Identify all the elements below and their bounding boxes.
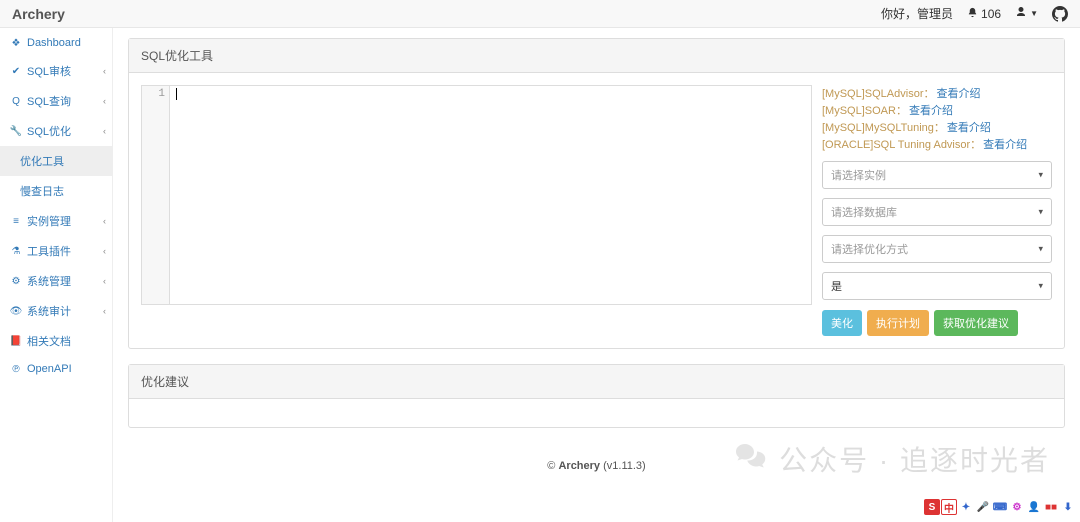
- sidebar-item-label: SQL优化: [27, 123, 71, 139]
- suggestions-title: 优化建议: [129, 365, 1064, 399]
- sidebar-subitem-慢查日志[interactable]: 慢查日志: [0, 176, 112, 206]
- search-icon: Q: [10, 96, 22, 107]
- sidebar-item-系统管理[interactable]: ⚙ 系统管理 ‹: [0, 266, 112, 296]
- instance-select[interactable]: 请选择实例▾: [822, 161, 1052, 189]
- sidebar-subitem-优化工具[interactable]: 优化工具: [0, 146, 112, 176]
- sidebar-item-label: 系统审计: [27, 303, 71, 319]
- sidebar-item-dashboard[interactable]: ❖ Dashboard: [0, 30, 112, 56]
- sidebar-item-实例管理[interactable]: ≡ 实例管理 ‹: [0, 206, 112, 236]
- github-icon: [1052, 6, 1068, 22]
- sidebar-item-系统审计[interactable]: 👁 系统审计 ‹: [0, 296, 112, 326]
- editor-gutter: 1: [142, 86, 170, 304]
- ref-tag: [MySQL]MySQLTuning：: [822, 122, 945, 134]
- chevron-left-icon: ‹: [103, 276, 106, 286]
- editor-code-area[interactable]: [170, 86, 811, 304]
- sidebar-item-工具插件[interactable]: ⚗ 工具插件 ‹: [0, 236, 112, 266]
- sidebar: ❖ Dashboard ✔ SQL审核 ‹ Q SQL查询 ‹ 🔧 SQL优化 ‹ 优化工具慢查日志 ≡…: [0, 28, 113, 522]
- database-select[interactable]: 请选择数据库▾: [822, 198, 1052, 226]
- chevron-left-icon: ‹: [103, 66, 106, 76]
- notification-count: 106: [981, 7, 1001, 21]
- eye-icon: 👁: [10, 306, 22, 317]
- method-select[interactable]: 请选择优化方式▾: [822, 235, 1052, 263]
- ref-tag: [MySQL]SOAR：: [822, 105, 907, 117]
- github-link[interactable]: [1052, 6, 1068, 22]
- check-icon: ✔: [10, 66, 22, 77]
- caret-down-icon: ▼: [1030, 9, 1038, 18]
- system-tray: S 中 ✦ 🎤 ⌨ ⚙ 👤 ■■ ⬇: [924, 499, 1076, 515]
- wrench-icon: 🔧: [10, 126, 22, 137]
- suggestions-panel: 优化建议: [128, 364, 1065, 428]
- panel-title: SQL优化工具: [129, 39, 1064, 73]
- sidebar-item-sql查询[interactable]: Q SQL查询 ‹: [0, 86, 112, 116]
- sidebar-item-sql优化[interactable]: 🔧 SQL优化 ‹: [0, 116, 112, 146]
- bell-icon: [967, 7, 978, 21]
- ref-link[interactable]: 查看介绍: [983, 139, 1027, 151]
- user-icon: [1015, 6, 1027, 21]
- flask-icon: ⚗: [10, 246, 22, 257]
- advice-button[interactable]: 获取优化建议: [934, 310, 1018, 336]
- sql-tool-panel: SQL优化工具 1 [MySQL]SQLAdvisor：查看介绍[MySQL]S…: [128, 38, 1065, 349]
- dashboard-icon: ❖: [10, 38, 22, 49]
- user-menu[interactable]: ▼: [1015, 6, 1038, 21]
- caret-down-icon: ▾: [1038, 170, 1043, 181]
- explain-button[interactable]: 执行计划: [867, 310, 929, 336]
- cogs-icon: ⚙: [10, 276, 22, 287]
- ref-line: [MySQL]SQLAdvisor：查看介绍: [822, 85, 1052, 101]
- sidebar-item-sql审核[interactable]: ✔ SQL审核 ‹: [0, 56, 112, 86]
- sidebar-item-相关文档[interactable]: 📕 相关文档: [0, 326, 112, 356]
- sidebar-item-label: OpenAPI: [27, 363, 72, 375]
- sidebar-item-label: SQL审核: [27, 63, 71, 79]
- api-icon: ℗: [10, 364, 22, 375]
- caret-down-icon: ▾: [1038, 207, 1043, 218]
- sidebar-item-label: 工具插件: [27, 243, 71, 259]
- sidebar-item-label: 相关文档: [27, 333, 71, 349]
- ref-tag: [MySQL]SQLAdvisor：: [822, 88, 934, 100]
- chevron-left-icon: ‹: [103, 306, 106, 316]
- ref-line: [MySQL]MySQLTuning：查看介绍: [822, 119, 1052, 135]
- sidebar-item-label: 实例管理: [27, 213, 71, 229]
- ref-line: [MySQL]SOAR：查看介绍: [822, 102, 1052, 118]
- caret-down-icon: ▾: [1038, 244, 1043, 255]
- ref-link[interactable]: 查看介绍: [947, 122, 991, 134]
- bars-icon: ≡: [10, 216, 22, 227]
- book-icon: 📕: [10, 336, 22, 347]
- ref-link[interactable]: 查看介绍: [909, 105, 953, 117]
- sidebar-item-label: 优化工具: [20, 153, 64, 169]
- caret-down-icon: ▾: [1038, 281, 1043, 292]
- chevron-left-icon: ‹: [103, 126, 106, 136]
- sidebar-item-label: Dashboard: [27, 37, 81, 49]
- app-brand[interactable]: Archery: [12, 6, 65, 22]
- notifications-link[interactable]: 106: [967, 7, 1001, 21]
- sidebar-item-label: 慢查日志: [20, 183, 64, 199]
- chevron-left-icon: ‹: [103, 246, 106, 256]
- sidebar-item-label: 系统管理: [27, 273, 71, 289]
- chevron-left-icon: ‹: [103, 216, 106, 226]
- ref-link[interactable]: 查看介绍: [936, 88, 980, 100]
- sidebar-item-openapi[interactable]: ℗ OpenAPI: [0, 356, 112, 382]
- sidebar-item-label: SQL查询: [27, 93, 71, 109]
- chevron-left-icon: ‹: [103, 96, 106, 106]
- ref-tag: [ORACLE]SQL Tuning Advisor：: [822, 139, 981, 151]
- sql-editor[interactable]: 1: [141, 85, 812, 305]
- ref-line: [ORACLE]SQL Tuning Advisor：查看介绍: [822, 136, 1052, 152]
- beautify-button[interactable]: 美化: [822, 310, 862, 336]
- greeting-link[interactable]: 你好，管理员: [881, 5, 953, 22]
- option-select[interactable]: 是▾: [822, 272, 1052, 300]
